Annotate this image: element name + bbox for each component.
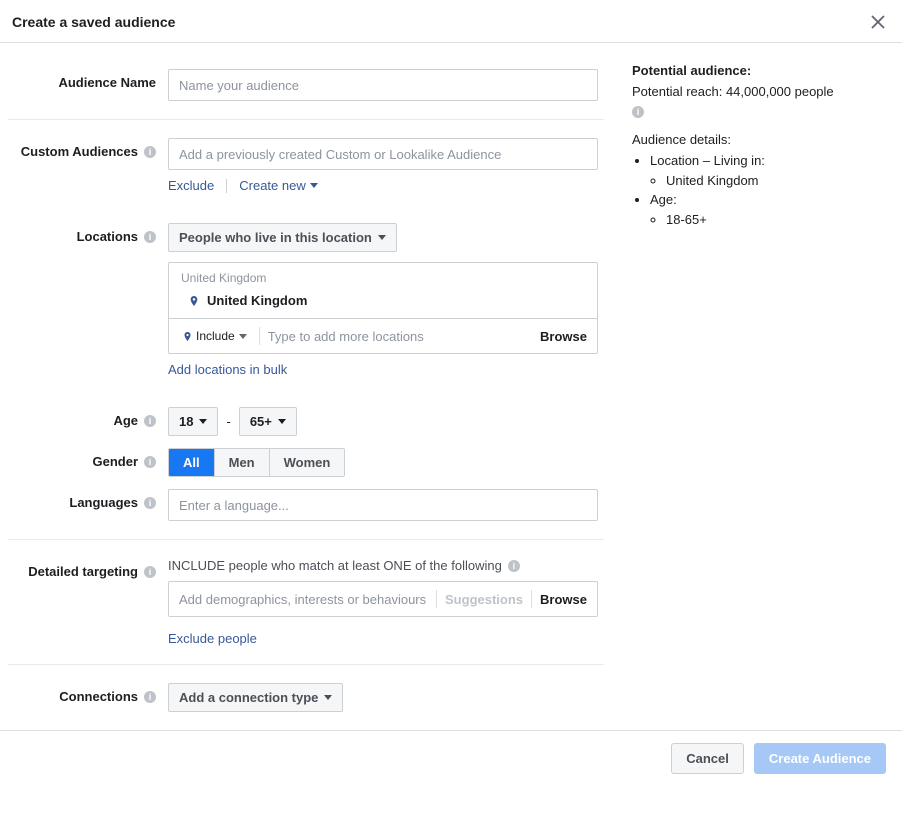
age-max-dropdown[interactable]: 65+ [239, 407, 297, 436]
age-max-value: 65+ [250, 414, 272, 429]
location-search-input[interactable] [268, 323, 532, 349]
targeting-box: Suggestions Browse [168, 581, 598, 617]
location-input-row: Include Browse [169, 318, 597, 353]
connections-dropdown[interactable]: Add a connection type [168, 683, 343, 712]
add-locations-bulk-link[interactable]: Add locations in bulk [168, 362, 287, 377]
targeting-include-heading: INCLUDE people who match at least ONE of… [168, 558, 502, 573]
info-icon[interactable]: i [144, 146, 156, 158]
caret-down-icon [278, 419, 286, 424]
custom-audiences-input[interactable] [168, 138, 598, 170]
location-group-label: United Kingdom [169, 263, 597, 287]
info-icon[interactable]: i [144, 566, 156, 578]
browse-locations-button[interactable]: Browse [540, 329, 587, 344]
audience-details-heading: Audience details: [632, 132, 886, 147]
detail-location-label: Location – Living in: [650, 153, 765, 168]
exclude-link[interactable]: Exclude [168, 178, 214, 193]
divider [8, 664, 604, 665]
location-item-label: United Kingdom [207, 293, 307, 308]
detail-age-value: 18-65+ [666, 210, 886, 230]
potential-audience-heading: Potential audience: [632, 63, 886, 78]
include-dropdown[interactable]: Include [179, 327, 251, 345]
include-label: Include [196, 329, 235, 343]
detail-location-value: United Kingdom [666, 171, 886, 191]
info-icon[interactable]: i [144, 415, 156, 427]
info-icon[interactable]: i [508, 560, 520, 572]
locations-label: Locations [77, 229, 138, 244]
modal-title: Create a saved audience [12, 14, 175, 30]
location-type-dropdown[interactable]: People who live in this location [168, 223, 397, 252]
separator [436, 590, 437, 608]
connections-label: Connections [59, 689, 138, 704]
detail-location: Location – Living in: United Kingdom [650, 151, 886, 190]
create-audience-button[interactable]: Create Audience [754, 743, 886, 774]
info-icon[interactable]: i [632, 106, 644, 118]
connections-dropdown-label: Add a connection type [179, 690, 318, 705]
age-min-dropdown[interactable]: 18 [168, 407, 218, 436]
pin-icon [183, 332, 192, 341]
detail-age: Age: 18-65+ [650, 190, 886, 229]
potential-audience-panel: Potential audience: Potential reach: 44,… [620, 63, 902, 718]
detail-age-label: Age: [650, 192, 677, 207]
targeting-input[interactable] [179, 586, 428, 612]
gender-label: Gender [92, 454, 138, 469]
info-icon[interactable]: i [144, 691, 156, 703]
separator [226, 179, 227, 193]
caret-down-icon [310, 183, 318, 188]
age-separator: - [226, 414, 230, 429]
info-icon[interactable]: i [144, 231, 156, 243]
detailed-targeting-label: Detailed targeting [28, 564, 138, 579]
pin-icon [189, 296, 199, 306]
separator [531, 590, 532, 608]
close-icon[interactable] [870, 14, 886, 30]
separator [259, 327, 260, 345]
age-label: Age [113, 413, 138, 428]
browse-targeting-button[interactable]: Browse [540, 592, 587, 607]
create-saved-audience-modal: Create a saved audience Audience Name Cu… [0, 0, 902, 786]
caret-down-icon [324, 695, 332, 700]
age-min-value: 18 [179, 414, 193, 429]
custom-audiences-label: Custom Audiences [21, 144, 138, 159]
info-icon[interactable]: i [144, 497, 156, 509]
suggestions-button[interactable]: Suggestions [445, 592, 523, 607]
caret-down-icon [378, 235, 386, 240]
audience-name-label: Audience Name [58, 75, 156, 90]
create-new-link[interactable]: Create new [239, 178, 317, 193]
exclude-people-link[interactable]: Exclude people [168, 631, 257, 646]
gender-men-button[interactable]: Men [215, 449, 270, 476]
cancel-button[interactable]: Cancel [671, 743, 744, 774]
caret-down-icon [199, 419, 207, 424]
modal-header: Create a saved audience [0, 0, 902, 43]
languages-label: Languages [69, 495, 138, 510]
languages-input[interactable] [168, 489, 598, 521]
gender-women-button[interactable]: Women [270, 449, 345, 476]
info-icon[interactable]: i [144, 456, 156, 468]
gender-all-button[interactable]: All [169, 449, 215, 476]
caret-down-icon [239, 334, 247, 339]
location-item[interactable]: United Kingdom [169, 287, 597, 318]
create-new-label: Create new [239, 178, 305, 193]
locations-box: United Kingdom United Kingdom Include [168, 262, 598, 354]
gender-button-group: All Men Women [168, 448, 345, 477]
audience-details-list: Location – Living in: United Kingdom Age… [632, 151, 886, 229]
divider [8, 539, 604, 540]
divider [8, 119, 604, 120]
modal-footer: Cancel Create Audience [0, 730, 902, 786]
audience-name-input[interactable] [168, 69, 598, 101]
potential-reach-text: Potential reach: 44,000,000 people [632, 84, 886, 99]
location-type-label: People who live in this location [179, 230, 372, 245]
